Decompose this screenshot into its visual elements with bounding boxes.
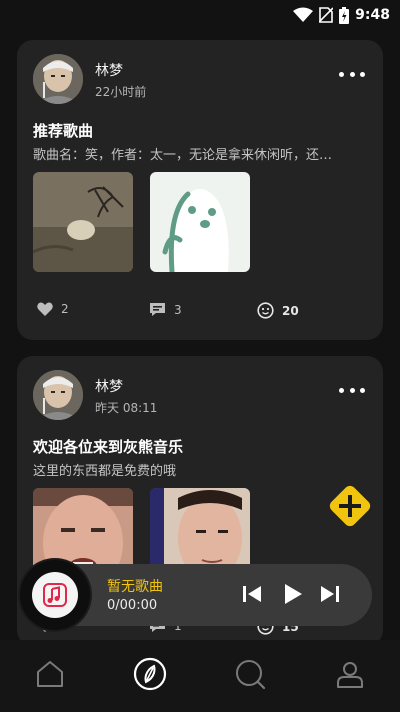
post-card[interactable]: 林梦 22小时前 推荐歌曲 歌曲名：笑，作者：太一，无论是拿来休闲听，还… 2 [17,40,383,340]
play-button[interactable] [283,583,303,609]
profile-icon [337,662,363,688]
plus-icon [329,485,371,527]
reaction-button[interactable]: 20 [257,302,299,319]
post-description: 歌曲名：笑，作者：太一，无论是拿来休闲听，还… [33,148,333,163]
post-time: 昨天 08:11 [95,401,158,415]
nav-discover[interactable] [130,654,170,694]
next-button[interactable] [320,585,340,607]
more-icon[interactable] [339,386,365,394]
nav-home[interactable] [30,654,70,694]
previous-button[interactable] [242,585,262,607]
like-button[interactable]: 2 [37,302,69,316]
status-bar: 9:48 [0,0,400,30]
song-progress: 0/00:00 [107,598,158,613]
post-title: 欢迎各位来到灰熊音乐 [33,438,184,456]
post-title: 推荐歌曲 [33,122,94,140]
song-title: 暂无歌曲 [107,579,163,595]
post-username[interactable]: 林梦 [95,376,123,396]
more-icon[interactable] [339,70,365,78]
nav-search[interactable] [230,654,270,694]
add-post-button[interactable] [326,482,374,530]
home-icon [37,661,63,687]
next-icon [321,586,339,602]
bottom-nav [0,640,400,712]
post-image[interactable] [150,172,250,272]
comment-icon [150,303,165,316]
battery-icon [339,6,350,24]
post-description: 这里的东西都是免费的哦 [33,464,177,479]
like-count: 2 [61,302,69,316]
status-time: 9:48 [355,7,390,23]
previous-icon [243,586,261,602]
post-image[interactable] [33,172,133,272]
post-time: 22小时前 [95,85,147,99]
search-icon [236,660,266,690]
discover-icon [133,657,167,691]
post-username[interactable]: 林梦 [95,60,123,80]
reaction-count: 20 [282,303,299,318]
comment-count: 3 [174,302,182,317]
post-actions: 2 3 20 [33,302,353,322]
heart-icon [37,302,53,316]
wifi-icon [293,7,314,22]
avatar[interactable] [33,370,83,420]
play-icon [285,584,302,604]
comment-button[interactable]: 3 [149,302,182,317]
music-note-icon [43,583,67,607]
avatar[interactable] [33,54,83,104]
no-sim-icon [319,7,334,23]
player-disc[interactable] [20,560,90,630]
nav-profile[interactable] [330,654,370,694]
smiley-icon [257,302,274,319]
